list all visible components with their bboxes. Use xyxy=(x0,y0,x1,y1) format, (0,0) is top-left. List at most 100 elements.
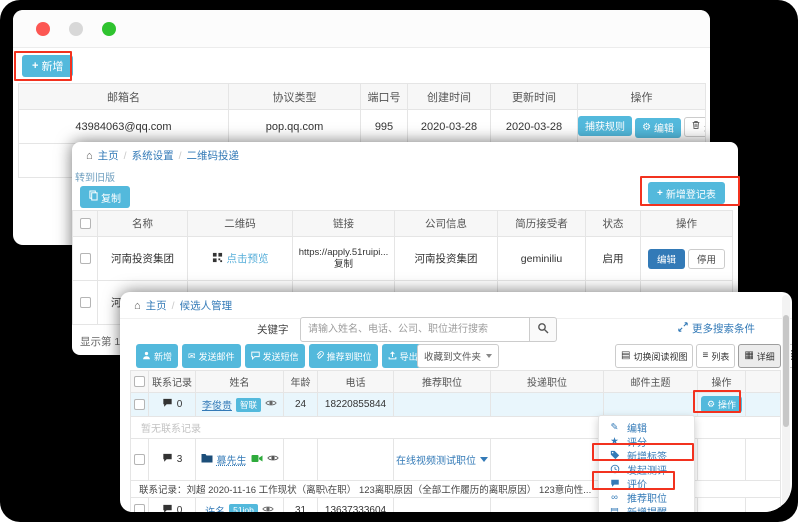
candidate-name-link[interactable]: 许名 xyxy=(205,503,225,513)
menu-item-add-reminder[interactable]: ▤ 新增提醒 xyxy=(599,504,694,512)
link-cell: https://apply.51ruipi... 复制 xyxy=(293,237,395,281)
scrollbar-thumb[interactable] xyxy=(783,315,789,427)
chat-bubble-icon xyxy=(162,398,173,411)
row-checkbox[interactable] xyxy=(134,454,145,465)
grid-view-icon: ▦ xyxy=(744,351,753,361)
breadcrumb-candidates[interactable]: 候选人管理 xyxy=(180,298,233,313)
disable-button[interactable]: 停用 xyxy=(688,249,725,269)
phone-cell: 18220855844 xyxy=(318,393,394,417)
add-registration-form-button[interactable]: + 新增登记表 xyxy=(648,182,725,204)
gear-icon: ⚙ xyxy=(642,122,651,133)
clipboard-icon xyxy=(89,190,98,204)
select-all-checkbox[interactable] xyxy=(134,376,145,387)
recommend-to-job-button[interactable]: 推荐到职位 xyxy=(309,344,378,368)
plus-icon: + xyxy=(657,188,663,199)
caret-down-icon xyxy=(480,457,488,462)
menu-item-comment[interactable]: 评价 xyxy=(599,476,694,490)
recommended-job-link[interactable]: 在线视频测试职位 xyxy=(396,452,488,467)
reading-view-button[interactable]: ▤ 切换阅读视图 xyxy=(615,344,693,368)
copy-button[interactable]: 复制 xyxy=(80,186,130,208)
send-email-button[interactable]: ✉ 发送邮件 xyxy=(182,344,241,368)
recommended-job-cell: 在线视频测试职位 xyxy=(394,439,491,481)
row-checkbox[interactable] xyxy=(134,504,145,512)
col-age: 年龄 xyxy=(284,371,318,393)
table-row: 43984063@qq.com pop.qq.com 995 2020-03-2… xyxy=(19,110,706,144)
chat-bubble-icon xyxy=(251,351,260,362)
menu-item-add-tag[interactable]: 新增标签 xyxy=(599,448,694,462)
pencil-icon: ✎ xyxy=(609,422,620,433)
folder-collect-select[interactable]: 收藏到文件夹 xyxy=(417,344,499,368)
row-checkbox[interactable] xyxy=(80,297,91,308)
home-icon: ⌂ xyxy=(134,300,141,312)
qr-code-icon xyxy=(212,252,223,266)
col-receiver: 简历接受者 xyxy=(498,211,586,237)
col-qrcode: 二维码 xyxy=(188,211,293,237)
window-candidate-management: ⌂ 主页/ 候选人管理 关键字 更多搜索条件 新增 ✉ 发送邮件 发送短信 xyxy=(120,292,792,512)
plus-icon: + xyxy=(32,60,38,72)
breadcrumb-home[interactable]: 主页 xyxy=(98,148,119,163)
eye-icon[interactable] xyxy=(262,505,274,513)
name-cell: 河南投资集团 xyxy=(98,237,188,281)
col-phone: 电话 xyxy=(318,371,394,393)
legacy-version-link[interactable]: 转到旧版 xyxy=(75,169,115,184)
eye-icon[interactable] xyxy=(265,399,277,410)
select-all-checkbox[interactable] xyxy=(80,218,91,229)
video-camera-icon[interactable] xyxy=(251,454,263,466)
candidate-name-link[interactable]: 李俊贵 xyxy=(202,397,232,412)
updated-cell: 2020-03-28 xyxy=(491,110,578,144)
copy-link[interactable]: 复制 xyxy=(293,259,394,271)
age-cell: 31 xyxy=(284,498,318,513)
add-candidate-button[interactable]: 新增 xyxy=(136,344,178,368)
list-view-button[interactable]: ≡ 列表 xyxy=(696,344,735,368)
eye-icon[interactable] xyxy=(267,454,279,465)
col-name: 名称 xyxy=(98,211,188,237)
traffic-light-zoom-icon[interactable] xyxy=(102,22,116,36)
row-checkbox[interactable] xyxy=(134,399,145,410)
star-icon: ★ xyxy=(609,436,620,447)
menu-item-score[interactable]: ★ 评分 xyxy=(599,434,694,448)
row-checkbox[interactable] xyxy=(80,253,91,264)
col-contact-records: 联系记录 xyxy=(149,371,196,393)
traffic-light-close-icon[interactable] xyxy=(36,22,50,36)
qr-preview-link[interactable]: 点击预览 xyxy=(227,251,269,266)
candidate-row-selected: 0 李俊贵 智联 24 18220855844 ⚙ 操作 xyxy=(131,393,781,417)
col-updated: 更新时间 xyxy=(491,84,578,110)
qrcode-cell: 点击预览 xyxy=(188,237,293,281)
send-sms-button[interactable]: 发送短信 xyxy=(245,344,305,368)
breadcrumb-qrcode-delivery[interactable]: 二维码投递 xyxy=(187,148,240,163)
source-badge: 51job xyxy=(229,504,258,512)
more-search-filters-link[interactable]: 更多搜索条件 xyxy=(678,321,755,336)
search-input[interactable] xyxy=(300,317,530,342)
name-cell: 李俊贵 智联 xyxy=(196,393,284,417)
breadcrumb-system-settings[interactable]: 系统设置 xyxy=(132,148,174,163)
delete-button[interactable]: 删除 xyxy=(684,117,705,137)
window-titlebar xyxy=(13,10,710,48)
col-mailbox: 邮箱名 xyxy=(19,84,229,110)
capture-rules-button[interactable]: 捕获规则 xyxy=(578,116,632,136)
menu-item-edit[interactable]: ✎ 编辑 xyxy=(599,420,694,434)
edit-button[interactable]: ⚙ 编辑 xyxy=(635,118,681,138)
col-spacer xyxy=(746,371,781,393)
menu-item-recommend-job[interactable]: ∞ 推荐职位 xyxy=(599,490,694,504)
search-button[interactable] xyxy=(529,317,557,342)
trash-icon xyxy=(691,120,701,133)
chat-bubble-icon xyxy=(162,504,173,513)
grid-dots-icon: ⣿ xyxy=(790,351,792,361)
apply-link[interactable]: https://apply.51ruipi... xyxy=(293,247,394,259)
detail-view-button[interactable]: ▦ 详细 xyxy=(738,344,780,368)
export-icon xyxy=(388,351,397,362)
edit-button[interactable]: 编辑 xyxy=(648,249,685,269)
caret-down-icon xyxy=(486,354,492,358)
breadcrumb-home[interactable]: 主页 xyxy=(146,298,167,313)
col-select xyxy=(131,371,149,393)
col-port: 端口号 xyxy=(361,84,408,110)
candidate-name-link[interactable]: 慕先生 xyxy=(217,452,247,467)
row-action-button[interactable]: ⚙ 操作 xyxy=(701,396,742,413)
add-mailbox-label: 新增 xyxy=(41,58,63,74)
col-actions: 操作 xyxy=(578,84,706,110)
table-header-row: 邮箱名 协议类型 端口号 创建时间 更新时间 操作 xyxy=(19,84,706,110)
traffic-light-minimize-icon[interactable] xyxy=(69,22,83,36)
add-mailbox-button[interactable]: + 新增 xyxy=(22,55,73,77)
name-cell: 许名 51job xyxy=(196,498,284,513)
menu-item-start-assessment[interactable]: 发起测评 xyxy=(599,462,694,476)
